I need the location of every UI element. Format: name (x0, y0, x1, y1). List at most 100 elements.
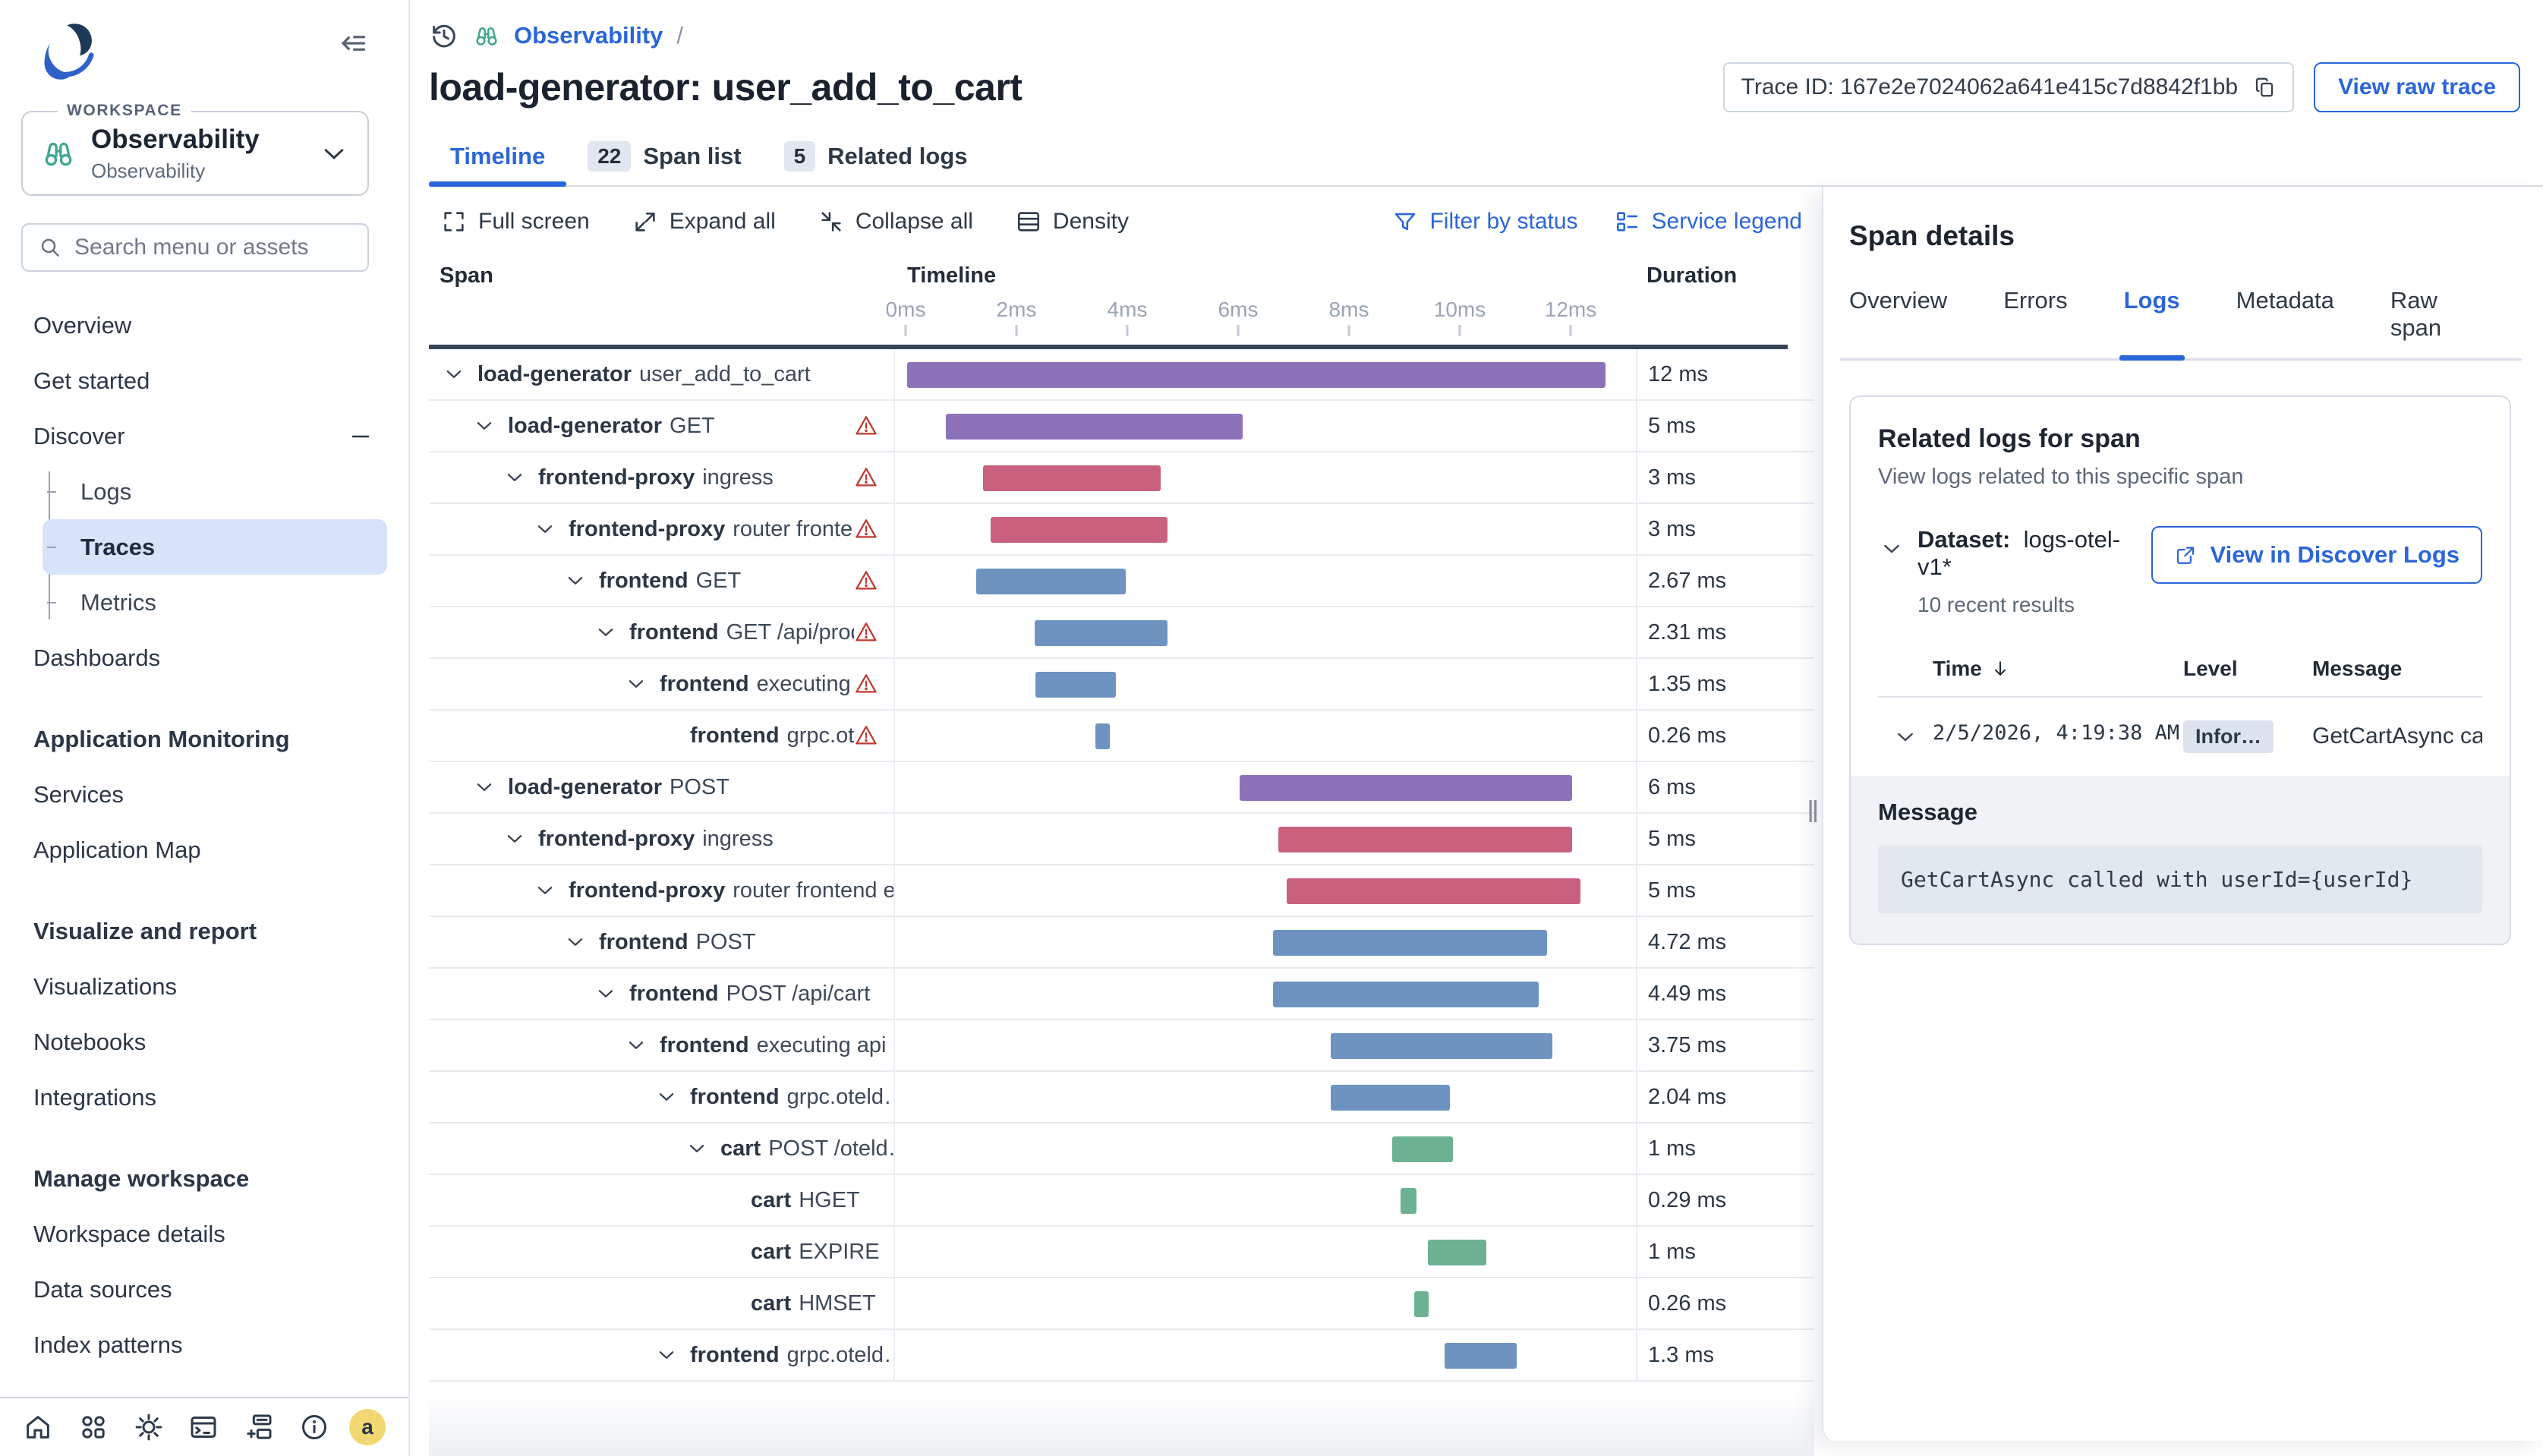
sidebar-item-workspace-details[interactable]: Workspace details (0, 1206, 408, 1262)
tab-span-list[interactable]: 22Span list (566, 128, 762, 185)
span-duration-bar[interactable] (1392, 1136, 1453, 1162)
span-row[interactable]: load-generatorGET5 ms (429, 401, 1814, 452)
span-duration-bar[interactable] (1331, 1085, 1450, 1111)
span-row[interactable]: frontendgrpc.oteld…2.04 ms (429, 1072, 1814, 1124)
log-time-header[interactable]: Time (1933, 657, 1982, 681)
span-chevron-down-icon[interactable] (655, 1344, 690, 1366)
span-row[interactable]: frontend-proxyrouter frontend eg…5 ms (429, 865, 1814, 917)
span-row[interactable]: cartHMSET0.26 ms (429, 1278, 1814, 1330)
dataset-chevron-down-icon[interactable] (1880, 537, 1904, 561)
span-chevron-down-icon[interactable] (564, 931, 599, 953)
span-row[interactable]: cartHGET0.29 ms (429, 1175, 1814, 1227)
span-row[interactable]: frontendGET /api/produ…2.31 ms (429, 607, 1814, 659)
span-duration-bar[interactable] (1273, 982, 1539, 1007)
span-row[interactable]: frontendGET2.67 ms (429, 556, 1814, 607)
trace-id-pill[interactable]: Trace ID: 167e2e7024062a641e415c7d8842f1… (1723, 62, 2294, 112)
span-duration-bar[interactable] (976, 569, 1126, 594)
span-chevron-down-icon[interactable] (625, 1034, 660, 1057)
span-duration-bar[interactable] (1414, 1291, 1429, 1317)
apps-icon[interactable] (78, 1412, 109, 1442)
span-duration-bar[interactable] (1428, 1240, 1486, 1265)
log-message-header[interactable]: Message (2312, 657, 2482, 681)
span-chevron-down-icon[interactable] (655, 1086, 690, 1108)
log-level-header[interactable]: Level (2183, 657, 2312, 681)
span-row[interactable]: frontend-proxyingress3 ms (429, 452, 1814, 504)
sort-descending-icon[interactable] (1990, 658, 2011, 679)
span-chevron-down-icon[interactable] (625, 673, 660, 695)
span-row[interactable]: load-generatorPOST6 ms (429, 762, 1814, 814)
details-tab-overview[interactable]: Overview (1849, 287, 1947, 358)
sidebar-item-integrations[interactable]: Integrations (0, 1070, 408, 1125)
span-chevron-down-icon[interactable] (534, 879, 569, 902)
span-chevron-down-icon[interactable] (594, 982, 629, 1005)
span-chevron-down-icon[interactable] (534, 518, 569, 540)
tab-related-logs[interactable]: 5Related logs (763, 128, 989, 185)
span-chevron-down-icon[interactable] (473, 414, 508, 437)
add-panel-icon[interactable] (244, 1412, 274, 1442)
span-duration-bar[interactable] (1445, 1343, 1517, 1369)
sidebar-item-metrics[interactable]: Metrics (43, 575, 387, 630)
span-row[interactable]: frontendPOST /api/cart4.49 ms (429, 969, 1814, 1020)
sidebar-item-notebooks[interactable]: Notebooks (0, 1014, 408, 1070)
span-chevron-down-icon[interactable] (685, 1137, 720, 1160)
sidebar-item-discover[interactable]: Discover (0, 408, 408, 464)
span-warning-icon[interactable] (854, 414, 893, 438)
span-chevron-down-icon[interactable] (594, 621, 629, 644)
span-chevron-down-icon[interactable] (503, 466, 538, 489)
span-duration-bar[interactable] (1035, 620, 1168, 646)
console-icon[interactable] (188, 1412, 219, 1442)
span-row[interactable]: load-generatoruser_add_to_cart12 ms (429, 349, 1814, 401)
span-duration-bar[interactable] (983, 465, 1161, 491)
span-row[interactable]: cartEXPIRE1 ms (429, 1227, 1814, 1278)
gear-icon[interactable] (134, 1412, 164, 1442)
avatar[interactable]: a (349, 1409, 386, 1445)
collapse-sidebar-icon[interactable] (334, 26, 369, 61)
home-icon[interactable] (23, 1412, 53, 1442)
span-duration-bar[interactable] (1278, 827, 1572, 852)
details-tab-metadata[interactable]: Metadata (2236, 287, 2334, 358)
workspace-selector[interactable]: WORKSPACE Observability Observability (21, 111, 369, 196)
details-tab-errors[interactable]: Errors (2003, 287, 2067, 358)
span-duration-bar[interactable] (1240, 775, 1572, 801)
span-row[interactable]: frontend-proxyrouter frontend…3 ms (429, 504, 1814, 556)
density-button[interactable]: Density (1016, 209, 1129, 235)
sidebar-item-get-started[interactable]: Get started (0, 353, 408, 408)
log-row[interactable]: 2/5/2026, 4:19:38 AM Infor… GetCartAsync… (1878, 698, 2482, 776)
sidebar-item-index-patterns[interactable]: Index patterns (0, 1317, 408, 1372)
span-duration-bar[interactable] (1095, 723, 1110, 749)
search-input[interactable]: Search menu or assets (21, 223, 369, 272)
log-row-chevron-down-icon[interactable] (1878, 717, 1933, 749)
view-raw-trace-button[interactable]: View raw trace (2314, 62, 2520, 112)
span-row[interactable]: frontendexecuting api …3.75 ms (429, 1020, 1814, 1072)
copy-icon[interactable] (2253, 76, 2276, 99)
span-row[interactable]: frontendgrpc.oteld…1.3 ms (429, 1330, 1814, 1382)
span-duration-bar[interactable] (1401, 1188, 1416, 1214)
span-duration-bar[interactable] (1287, 878, 1580, 904)
history-icon[interactable] (429, 20, 459, 51)
service-legend-button[interactable]: Service legend (1615, 209, 1802, 235)
sidebar-item-traces[interactable]: Traces (43, 519, 387, 575)
span-row[interactable]: frontendgrpc.ot…0.26 ms (429, 711, 1814, 762)
panel-resize-handle[interactable]: ‖ (1807, 796, 1820, 830)
span-warning-icon[interactable] (854, 465, 893, 490)
view-in-discover-logs-button[interactable]: View in Discover Logs (2151, 526, 2482, 584)
span-warning-icon[interactable] (854, 569, 893, 593)
sidebar-item-dashboards[interactable]: Dashboards (0, 630, 408, 685)
filter-by-status-button[interactable]: Filter by status (1392, 209, 1577, 235)
span-chevron-down-icon[interactable] (473, 776, 508, 799)
full-screen-button[interactable]: Full screen (441, 209, 590, 235)
span-chevron-down-icon[interactable] (503, 827, 538, 850)
tab-timeline[interactable]: Timeline (429, 128, 566, 185)
span-duration-bar[interactable] (991, 517, 1168, 543)
span-chevron-down-icon[interactable] (564, 569, 599, 592)
span-duration-bar[interactable] (1035, 672, 1116, 698)
minus-icon[interactable] (348, 424, 373, 449)
span-warning-icon[interactable] (854, 620, 893, 644)
sidebar-item-logs[interactable]: Logs (43, 464, 387, 519)
sidebar-item-overview[interactable]: Overview (0, 298, 408, 353)
span-row[interactable]: cartPOST /oteld…1 ms (429, 1124, 1814, 1175)
sidebar-item-data-sources[interactable]: Data sources (0, 1262, 408, 1317)
details-tab-logs[interactable]: Logs (2124, 287, 2180, 358)
details-tab-raw-span[interactable]: Raw span (2390, 287, 2456, 358)
span-duration-bar[interactable] (1331, 1033, 1552, 1059)
